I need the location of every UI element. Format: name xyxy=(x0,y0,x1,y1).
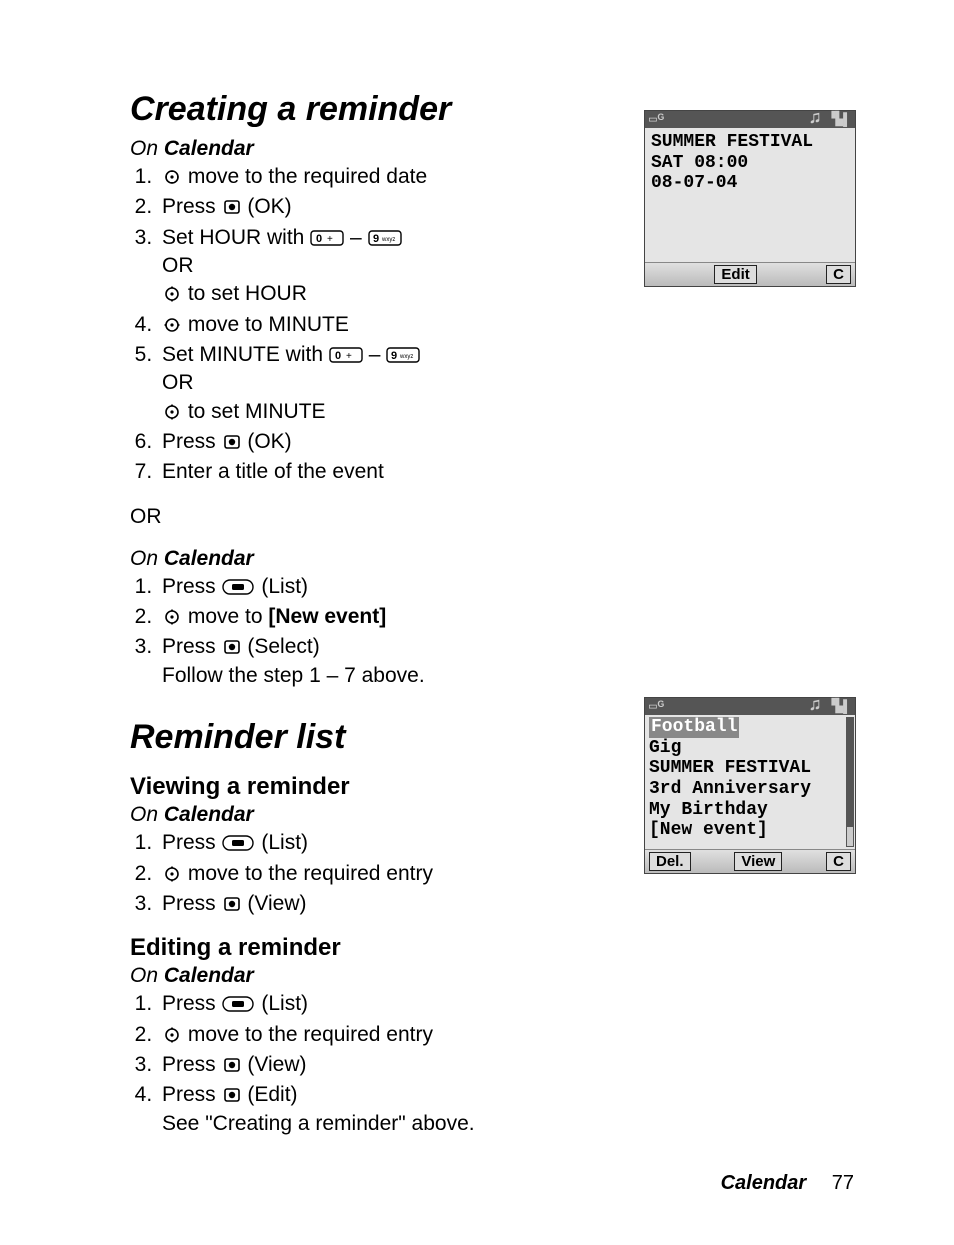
step-v2: move to the required entry xyxy=(158,860,614,888)
key-9-icon xyxy=(386,346,420,364)
center-key-icon xyxy=(222,1057,242,1073)
center-key-icon xyxy=(222,1087,242,1103)
step-a2: Press (OK) xyxy=(158,193,614,221)
steps-view: Press (List) move to the required entry … xyxy=(130,829,614,918)
scrollbar[interactable] xyxy=(846,717,854,847)
nav-updown-icon xyxy=(162,609,182,625)
softkey-icon xyxy=(222,834,256,852)
step-e3: Press (View) xyxy=(158,1051,614,1079)
reminder-time: SAT 08:00 xyxy=(651,153,849,174)
heading-reminderlist: Reminder list xyxy=(130,718,614,757)
softkey-view[interactable]: View xyxy=(734,852,782,871)
context-edit: On Calendar xyxy=(130,964,614,988)
context-b: On Calendar xyxy=(130,547,614,571)
step-b3: Press (Select) Follow the step 1 – 7 abo… xyxy=(158,633,614,690)
list-item[interactable]: SUMMER FESTIVAL xyxy=(649,758,851,779)
step-v3: Press (View) xyxy=(158,890,614,918)
step-a4: move to MINUTE xyxy=(158,311,614,339)
step-v1: Press (List) xyxy=(158,829,614,857)
center-key-icon xyxy=(222,434,242,450)
subheading-view: Viewing a reminder xyxy=(130,773,614,801)
step-e2: move to the required entry xyxy=(158,1021,614,1049)
nav-4way-icon xyxy=(162,169,182,185)
softkey-icon xyxy=(222,578,256,596)
list-item[interactable]: My Birthday xyxy=(649,800,851,821)
step-b2: move to [New event] xyxy=(158,603,614,631)
footer-page: 77 xyxy=(832,1172,854,1194)
status-bar: ▭ᴳ🎜 ▝▙▌ xyxy=(645,111,855,128)
status-bar: ▭ᴳ🎜 ▝▙▌ xyxy=(645,698,855,715)
center-key-icon xyxy=(222,896,242,912)
key-0-icon xyxy=(310,229,344,247)
softkey-c[interactable]: C xyxy=(826,265,851,284)
phone-screenshot-reminder: ▭ᴳ🎜 ▝▙▌ SUMMER FESTIVAL SAT 08:00 08-07-… xyxy=(644,110,856,287)
step-b1: Press (List) xyxy=(158,573,614,601)
context-a: On Calendar xyxy=(130,137,614,161)
key-0-icon xyxy=(329,346,363,364)
phone-screenshot-list: ▭ᴳ🎜 ▝▙▌ Football Gig SUMMER FESTIVAL 3rd… xyxy=(644,697,856,874)
center-key-icon xyxy=(222,199,242,215)
softkey-del[interactable]: Del. xyxy=(649,852,691,871)
steps-edit: Press (List) move to the required entry … xyxy=(130,990,614,1138)
step-a6: Press (OK) xyxy=(158,428,614,456)
step-a7: Enter a title of the event xyxy=(158,458,614,486)
steps-b: Press (List) move to [New event] Press (… xyxy=(130,573,614,690)
step-e1: Press (List) xyxy=(158,990,614,1018)
step-a5: Set MINUTE with – OR to set MINUTE xyxy=(158,341,614,426)
nav-updown-icon xyxy=(162,404,182,420)
nav-updown-icon xyxy=(162,1027,182,1043)
or-divider: OR xyxy=(130,505,614,529)
reminder-title: SUMMER FESTIVAL xyxy=(651,132,849,153)
step-a3: Set HOUR with – OR to set HOUR xyxy=(158,224,614,309)
reminder-date: 08-07-04 xyxy=(651,173,849,194)
nav-updown-icon xyxy=(162,866,182,882)
heading-creating: Creating a reminder xyxy=(130,90,614,129)
page-footer: Calendar 77 xyxy=(721,1172,854,1195)
center-key-icon xyxy=(222,639,242,655)
footer-section: Calendar xyxy=(721,1172,807,1194)
context-view: On Calendar xyxy=(130,803,614,827)
screenshots-column: ▭ᴳ🎜 ▝▙▌ SUMMER FESTIVAL SAT 08:00 08-07-… xyxy=(644,90,864,1146)
step-a1: move to the required date xyxy=(158,163,614,191)
softkey-edit[interactable]: Edit xyxy=(714,265,756,284)
list-item[interactable]: 3rd Anniversary xyxy=(649,779,851,800)
steps-a: move to the required date Press (OK) Set… xyxy=(130,163,614,487)
main-content: Creating a reminder On Calendar move to … xyxy=(130,90,614,1146)
list-item[interactable]: [New event] xyxy=(649,820,851,841)
list-item-selected[interactable]: Football xyxy=(649,717,739,738)
list-item[interactable]: Gig xyxy=(649,738,851,759)
nav-leftright-icon xyxy=(162,317,182,333)
softkey-c[interactable]: C xyxy=(826,852,851,871)
subheading-edit: Editing a reminder xyxy=(130,934,614,962)
step-e4: Press (Edit) See "Creating a reminder" a… xyxy=(158,1081,614,1138)
key-9-icon xyxy=(368,229,402,247)
softkey-icon xyxy=(222,995,256,1013)
nav-updown-icon xyxy=(162,286,182,302)
